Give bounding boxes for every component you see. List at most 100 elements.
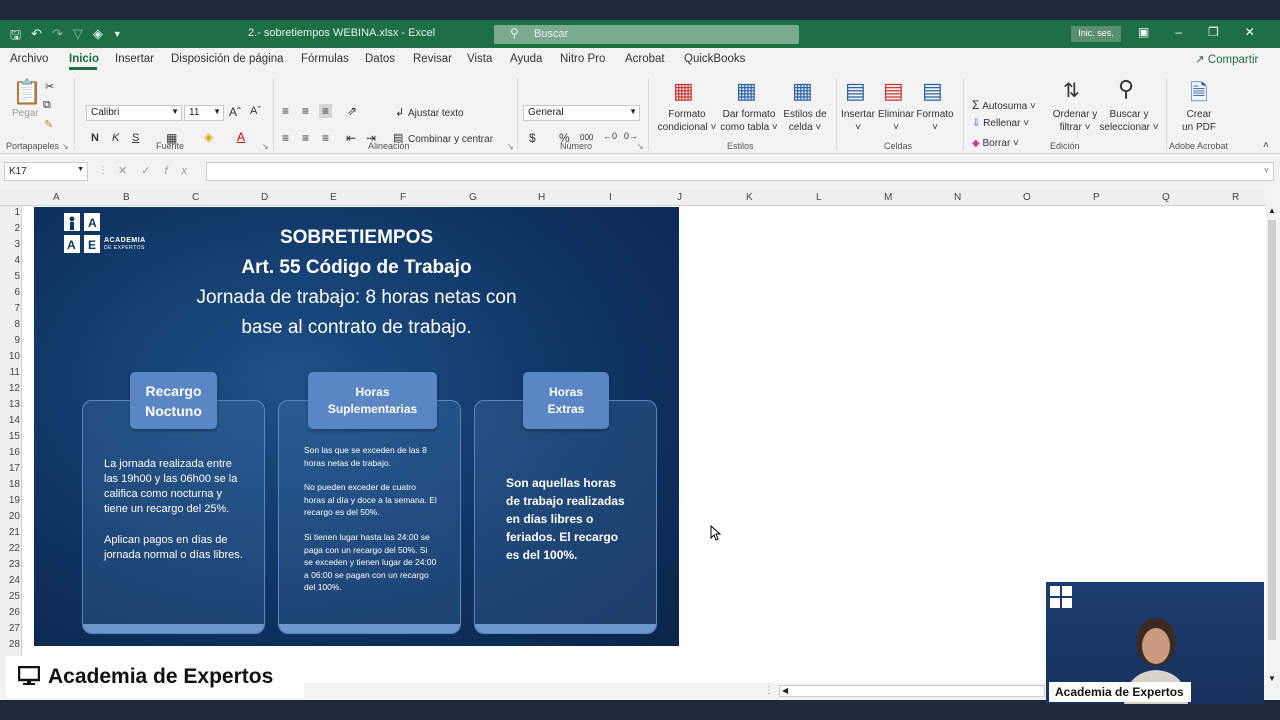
- row-header[interactable]: 11: [0, 367, 20, 378]
- row-header[interactable]: 15: [0, 431, 20, 442]
- signin-button[interactable]: Inic. ses.: [1071, 26, 1121, 42]
- column-header[interactable]: A: [53, 192, 60, 203]
- row-header[interactable]: 3: [0, 239, 20, 250]
- tab-quickbooks[interactable]: QuickBooks: [684, 53, 745, 65]
- share-button[interactable]: ↗ Compartir: [1195, 52, 1258, 66]
- bold-button[interactable]: N: [91, 132, 99, 144]
- decrease-decimal-icon[interactable]: 0→: [624, 131, 638, 141]
- tab-nitro-pro[interactable]: Nitro Pro: [560, 53, 605, 65]
- enter-icon[interactable]: ✓: [141, 165, 164, 177]
- row-header[interactable]: 16: [0, 447, 20, 458]
- align-center-icon[interactable]: ≡: [302, 131, 309, 145]
- find-select-icon[interactable]: ⚲: [1118, 76, 1134, 102]
- cell-styles-icon[interactable]: ▦: [792, 78, 813, 104]
- row-header[interactable]: 10: [0, 351, 20, 362]
- row-header[interactable]: 12: [0, 383, 20, 394]
- table-format-icon[interactable]: ▦: [736, 78, 757, 104]
- row-header[interactable]: 25: [0, 591, 20, 602]
- align-right-icon[interactable]: ≡: [322, 131, 329, 145]
- column-header[interactable]: I: [609, 192, 612, 203]
- slide-image[interactable]: A A E ACADEMIA DE EXPERTOS SOBRETIEMPOS …: [34, 207, 679, 646]
- align-left-icon[interactable]: ≡: [282, 131, 289, 145]
- row-header[interactable]: 27: [0, 623, 20, 634]
- row-header[interactable]: 7: [0, 303, 20, 314]
- autosum-button[interactable]: Σ Autosuma ˅: [972, 98, 1036, 112]
- number-format-select[interactable]: General ▼: [523, 105, 640, 121]
- currency-icon[interactable]: $: [529, 131, 536, 145]
- font-launcher-icon[interactable]: ↘: [262, 142, 269, 151]
- column-header[interactable]: O: [1023, 192, 1031, 203]
- scroll-down-icon[interactable]: ▼: [1268, 674, 1276, 683]
- column-header[interactable]: L: [816, 192, 822, 203]
- column-header[interactable]: G: [469, 192, 477, 203]
- column-header[interactable]: Q: [1162, 192, 1170, 203]
- row-header[interactable]: 2: [0, 223, 20, 234]
- insert-cells-button[interactable]: Insertar ˅: [838, 108, 878, 134]
- align-top-icon[interactable]: ≡: [282, 104, 289, 118]
- row-header[interactable]: 24: [0, 575, 20, 586]
- tab-insertar[interactable]: Insertar: [115, 53, 154, 65]
- horizontal-scrollbar[interactable]: ◀: [779, 685, 1045, 697]
- table-format-button[interactable]: Dar formato como tabla ˅: [716, 108, 782, 134]
- tab-inicio[interactable]: Inicio: [69, 53, 99, 65]
- fill-color-icon[interactable]: ◈: [93, 26, 103, 48]
- cancel-icon[interactable]: ✕: [118, 165, 141, 177]
- row-header[interactable]: 19: [0, 495, 20, 506]
- clear-button[interactable]: ◆ Borrar ˅: [972, 138, 1019, 149]
- column-header[interactable]: B: [123, 192, 130, 203]
- column-header[interactable]: H: [538, 192, 545, 203]
- column-header[interactable]: F: [400, 192, 406, 203]
- column-header[interactable]: D: [261, 192, 268, 203]
- redo-icon[interactable]: ↷: [52, 26, 63, 48]
- row-header[interactable]: 6: [0, 287, 20, 298]
- wrap-text-icon[interactable]: ↲: [395, 106, 404, 119]
- row-header[interactable]: 28: [0, 639, 20, 650]
- search-box[interactable]: ⚲ Buscar: [494, 25, 799, 44]
- scroll-up-icon[interactable]: ▲: [1268, 206, 1276, 215]
- align-bottom-icon[interactable]: ≡: [319, 104, 333, 118]
- find-select-button[interactable]: Buscar y seleccionar ˅: [1097, 108, 1161, 134]
- restore-icon[interactable]: ❐: [1208, 25, 1219, 39]
- decrease-font-icon[interactable]: Aˇ: [250, 105, 261, 117]
- row-header[interactable]: 21: [0, 527, 20, 538]
- underline-button[interactable]: S: [132, 132, 139, 144]
- conditional-format-button[interactable]: Formato condicional ˅: [654, 108, 720, 134]
- collapse-ribbon-icon[interactable]: ˄: [1263, 140, 1269, 151]
- column-header[interactable]: M: [884, 192, 892, 203]
- format-cells-button[interactable]: Formato ˅: [915, 108, 955, 134]
- column-header[interactable]: J: [677, 192, 682, 203]
- filter-icon[interactable]: ▽: [73, 26, 83, 48]
- minimize-icon[interactable]: –: [1175, 25, 1182, 39]
- alignment-launcher-icon[interactable]: ↘: [507, 142, 514, 151]
- sort-filter-button[interactable]: Ordenar y filtrar ˅: [1048, 108, 1102, 134]
- name-box[interactable]: K17 ▼: [4, 162, 88, 181]
- insert-cells-icon[interactable]: ▤: [845, 78, 866, 104]
- scroll-left-icon[interactable]: ◀: [782, 686, 788, 695]
- vertical-scrollbar[interactable]: ▲ ▼: [1266, 206, 1278, 684]
- conditional-format-icon[interactable]: ▦: [673, 78, 694, 104]
- tab-disposicion[interactable]: Disposición de página: [171, 53, 284, 65]
- ribbon-display-icon[interactable]: ▣: [1138, 25, 1149, 39]
- row-header[interactable]: 8: [0, 319, 20, 330]
- cut-icon[interactable]: ✂: [45, 80, 54, 93]
- tab-ayuda[interactable]: Ayuda: [510, 53, 542, 65]
- delete-cells-button[interactable]: Eliminar ˅: [876, 108, 916, 134]
- tab-revisar[interactable]: Revisar: [413, 53, 452, 65]
- format-cells-icon[interactable]: ▤: [922, 78, 943, 104]
- function-icon[interactable]: fx: [164, 165, 201, 177]
- align-middle-icon[interactable]: ≡: [302, 104, 309, 118]
- row-header[interactable]: 17: [0, 463, 20, 474]
- font-color-icon[interactable]: A: [237, 130, 245, 144]
- sort-filter-icon[interactable]: ⇅: [1063, 78, 1080, 103]
- row-header[interactable]: 9: [0, 335, 20, 346]
- paste-icon[interactable]: 📋: [12, 78, 42, 107]
- column-header[interactable]: N: [954, 192, 961, 203]
- row-header[interactable]: 14: [0, 415, 20, 426]
- tab-datos[interactable]: Datos: [365, 53, 395, 65]
- create-pdf-button[interactable]: Crear un PDF: [1177, 108, 1221, 134]
- scroll-thumb[interactable]: [1268, 220, 1276, 640]
- cell-styles-button[interactable]: Estilos de celda ˅: [778, 108, 832, 134]
- increase-decimal-icon[interactable]: ←0: [603, 131, 617, 141]
- decrease-indent-icon[interactable]: ⇤: [346, 131, 356, 145]
- italic-button[interactable]: K: [112, 132, 119, 144]
